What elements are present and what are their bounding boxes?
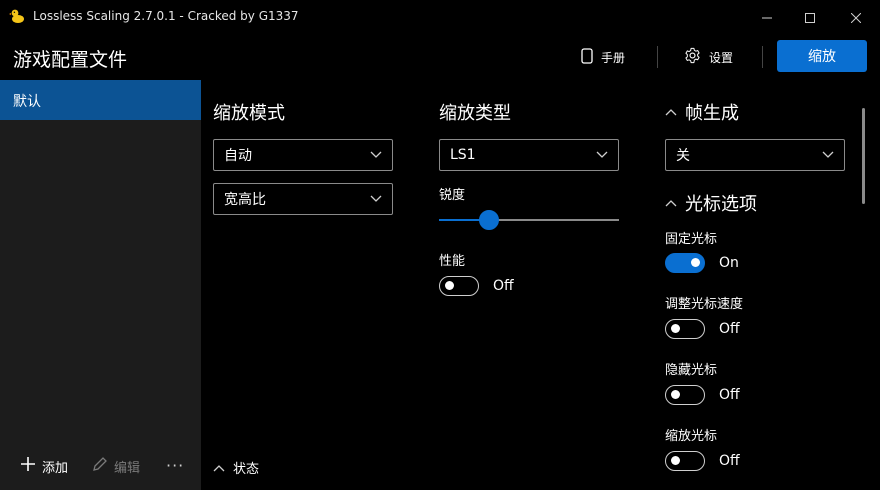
select-value: LS1 bbox=[450, 147, 476, 163]
scaling-mode-select[interactable]: 自动 bbox=[213, 139, 393, 171]
chevron-down-icon bbox=[822, 147, 834, 163]
toggle-knob bbox=[445, 281, 454, 290]
profile-sidebar: 默认 添加 编辑 ··· bbox=[0, 80, 201, 490]
close-button[interactable] bbox=[834, 0, 878, 34]
toggle-knob bbox=[671, 390, 680, 399]
lock-cursor-toggle[interactable] bbox=[665, 253, 705, 273]
settings-panel: 缩放模式 自动 宽高比 缩放类型 LS1 锐度 性能 Off 帧生成 关 光标选… bbox=[201, 80, 880, 490]
sidebar-item-label: 默认 bbox=[13, 94, 41, 110]
frame-gen-select[interactable]: 关 bbox=[665, 139, 845, 171]
scrollbar[interactable] bbox=[862, 108, 865, 204]
hide-cursor-label: 隐藏光标 bbox=[665, 363, 718, 378]
edit-label: 编辑 bbox=[114, 460, 141, 476]
cursor-options-header[interactable]: 光标选项 bbox=[665, 190, 757, 216]
scale-cursor-toggle[interactable] bbox=[665, 451, 705, 471]
maximize-icon bbox=[805, 8, 815, 27]
chevron-down-icon bbox=[370, 147, 382, 163]
duck-icon bbox=[9, 8, 25, 24]
minimize-button[interactable] bbox=[745, 0, 789, 34]
toggle-knob bbox=[691, 258, 700, 267]
add-label: 添加 bbox=[42, 460, 69, 476]
edit-profile-button[interactable]: 编辑 bbox=[92, 456, 140, 476]
close-icon bbox=[850, 8, 862, 27]
chevron-up-icon bbox=[213, 461, 225, 475]
status-header[interactable]: 状态 bbox=[213, 458, 259, 477]
sidebar-item-default[interactable]: 默认 bbox=[0, 80, 201, 120]
cursor-speed-label: 调整光标速度 bbox=[665, 297, 744, 312]
frame-gen-header[interactable]: 帧生成 bbox=[665, 99, 739, 125]
manual-button[interactable]: 手册 bbox=[581, 44, 625, 70]
gear-icon bbox=[684, 47, 701, 67]
status-label: 状态 bbox=[233, 462, 260, 477]
scale-button[interactable]: 缩放 bbox=[777, 40, 867, 72]
performance-toggle[interactable] bbox=[439, 276, 479, 296]
title-bar: Lossless Scaling 2.7.0.1 - Cracked by G1… bbox=[0, 0, 880, 34]
settings-button[interactable]: 设置 bbox=[684, 44, 733, 70]
page-title: 游戏配置文件 bbox=[13, 49, 128, 71]
settings-label: 设置 bbox=[709, 50, 734, 65]
scale-cursor-label: 缩放光标 bbox=[665, 429, 718, 444]
frame-gen-title: 帧生成 bbox=[685, 103, 739, 124]
scaling-type-select[interactable]: LS1 bbox=[439, 139, 619, 171]
scaling-mode-title: 缩放模式 bbox=[213, 103, 285, 124]
performance-label: 性能 bbox=[439, 254, 466, 269]
select-value: 自动 bbox=[224, 148, 252, 164]
header-divider bbox=[762, 46, 763, 68]
maximize-button[interactable] bbox=[788, 0, 832, 34]
aspect-ratio-select[interactable]: 宽高比 bbox=[213, 183, 393, 215]
sidebar-footer: 添加 编辑 ··· bbox=[0, 456, 201, 482]
lock-cursor-state: On bbox=[719, 255, 739, 271]
manual-label: 手册 bbox=[601, 50, 626, 65]
hide-cursor-toggle[interactable] bbox=[665, 385, 705, 405]
scale-cursor-state: Off bbox=[719, 453, 740, 469]
chevron-down-icon bbox=[596, 147, 608, 163]
scaling-type-title: 缩放类型 bbox=[439, 103, 511, 124]
phone-icon bbox=[581, 47, 593, 67]
lock-cursor-label: 固定光标 bbox=[665, 232, 718, 247]
more-options-button[interactable]: ··· bbox=[166, 456, 184, 475]
cursor-speed-state: Off bbox=[719, 321, 740, 337]
sharpness-slider[interactable] bbox=[439, 210, 619, 230]
performance-state: Off bbox=[493, 278, 514, 294]
header: 游戏配置文件 手册 设置 缩放 bbox=[0, 34, 880, 80]
header-divider bbox=[657, 46, 658, 68]
toggle-knob bbox=[671, 324, 680, 333]
chevron-up-icon bbox=[665, 105, 677, 119]
chevron-up-icon bbox=[665, 196, 677, 210]
plus-icon bbox=[20, 456, 36, 476]
slider-thumb[interactable] bbox=[479, 210, 500, 230]
pencil-icon bbox=[92, 456, 108, 476]
add-profile-button[interactable]: 添加 bbox=[20, 456, 68, 476]
toggle-knob bbox=[671, 456, 680, 465]
sharpness-label: 锐度 bbox=[439, 188, 466, 203]
minimize-icon bbox=[762, 8, 772, 27]
select-value: 关 bbox=[676, 148, 690, 164]
cursor-speed-toggle[interactable] bbox=[665, 319, 705, 339]
hide-cursor-state: Off bbox=[719, 387, 740, 403]
cursor-options-title: 光标选项 bbox=[685, 194, 757, 215]
window-title: Lossless Scaling 2.7.0.1 - Cracked by G1… bbox=[33, 9, 299, 23]
select-value: 宽高比 bbox=[224, 192, 266, 208]
chevron-down-icon bbox=[370, 191, 382, 207]
